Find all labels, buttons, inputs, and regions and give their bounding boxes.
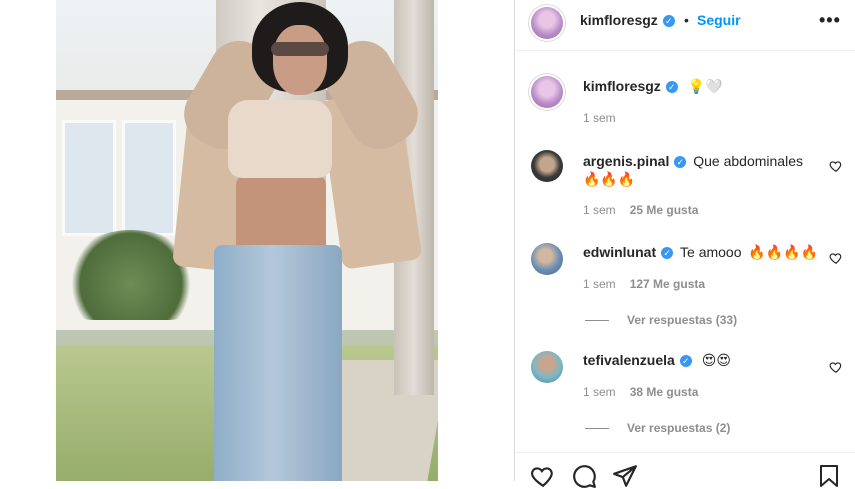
post-side-panel: kimfloresgz ✓ • Seguir ••• kimfloresgz ✓ 💡…: [514, 0, 855, 488]
header-separator: •: [684, 12, 689, 28]
caption-avatar[interactable]: [531, 76, 563, 108]
heart-icon[interactable]: [530, 463, 556, 489]
comment-emoji: 🔥🔥🔥🔥: [748, 245, 819, 261]
comment-likes[interactable]: 25 Me gusta: [630, 203, 699, 217]
comment-meta: 1 sem 38 Me gusta: [583, 385, 698, 399]
comment-text: Te amooo: [680, 244, 742, 260]
caption-line: kimfloresgz ✓ 💡🤍: [583, 78, 723, 95]
comment-username[interactable]: tefivalenzuela: [583, 352, 675, 368]
comment-avatar[interactable]: [531, 351, 563, 383]
comment-body: edwinlunat ✓ Te amooo 🔥🔥🔥🔥: [583, 244, 818, 261]
verified-icon: ✓: [674, 156, 687, 168]
comment-meta: 1 sem 127 Me gusta: [583, 277, 705, 291]
photo-jeans: [214, 245, 342, 481]
comment-body: tefivalenzuela ✓ 😍😍: [583, 352, 731, 369]
photo-crop-top: [228, 100, 332, 178]
view-replies-label[interactable]: Ver respuestas (2): [627, 421, 730, 435]
verified-icon: ✓: [679, 355, 692, 367]
more-icon[interactable]: •••: [819, 10, 841, 31]
comment-text: Que abdominales: [693, 153, 803, 169]
comment-avatar[interactable]: [531, 243, 563, 275]
caption-username[interactable]: kimfloresgz: [583, 78, 661, 94]
comment-meta: 1 sem 25 Me gusta: [583, 203, 698, 217]
author-username[interactable]: kimfloresgz ✓: [580, 12, 675, 28]
author-username-text[interactable]: kimfloresgz: [580, 12, 658, 28]
comment-username[interactable]: argenis.pinal: [583, 153, 669, 169]
comment-likes[interactable]: 127 Me gusta: [630, 277, 705, 291]
author-avatar[interactable]: [531, 7, 563, 39]
follow-button[interactable]: Seguir: [697, 12, 741, 28]
replies-line: [585, 320, 609, 322]
comment-time[interactable]: 1 sem: [583, 203, 616, 217]
comment-time[interactable]: 1 sem: [583, 277, 616, 291]
share-icon[interactable]: [612, 463, 638, 489]
post-photo[interactable]: [56, 0, 438, 481]
comment-likes[interactable]: 38 Me gusta: [630, 385, 699, 399]
comment-time[interactable]: 1 sem: [583, 385, 616, 399]
heart-icon[interactable]: [829, 251, 843, 265]
heart-icon[interactable]: [829, 159, 843, 173]
caption-time[interactable]: 1 sem: [583, 111, 616, 125]
comment-emoji: 😍😍: [701, 353, 731, 369]
comment-avatar[interactable]: [531, 150, 563, 182]
comment-username[interactable]: edwinlunat: [583, 244, 656, 260]
comment-icon[interactable]: [571, 463, 597, 489]
post-actions-bar: [515, 452, 855, 488]
verified-icon: ✓: [662, 15, 675, 27]
photo-window: [122, 120, 176, 236]
comment-emoji: 🔥🔥🔥: [583, 172, 636, 188]
replies-line: [585, 428, 609, 430]
view-replies-label[interactable]: Ver respuestas (33): [627, 313, 737, 327]
photo-window: [62, 120, 116, 236]
photo-torso: [236, 175, 326, 255]
verified-icon: ✓: [665, 81, 678, 93]
post-header: kimfloresgz ✓ • Seguir •••: [515, 0, 855, 51]
view-replies-button[interactable]: Ver respuestas (33): [585, 313, 737, 327]
comment-body: argenis.pinal ✓ Que abdominales 🔥🔥🔥: [583, 152, 813, 189]
photo-face: [273, 25, 327, 95]
save-icon[interactable]: [817, 463, 841, 489]
heart-icon[interactable]: [829, 360, 843, 374]
verified-icon: ✓: [661, 247, 674, 259]
photo-sunglasses: [271, 42, 329, 56]
caption-text: 💡🤍: [687, 79, 723, 95]
view-replies-button[interactable]: Ver respuestas (2): [585, 421, 730, 435]
